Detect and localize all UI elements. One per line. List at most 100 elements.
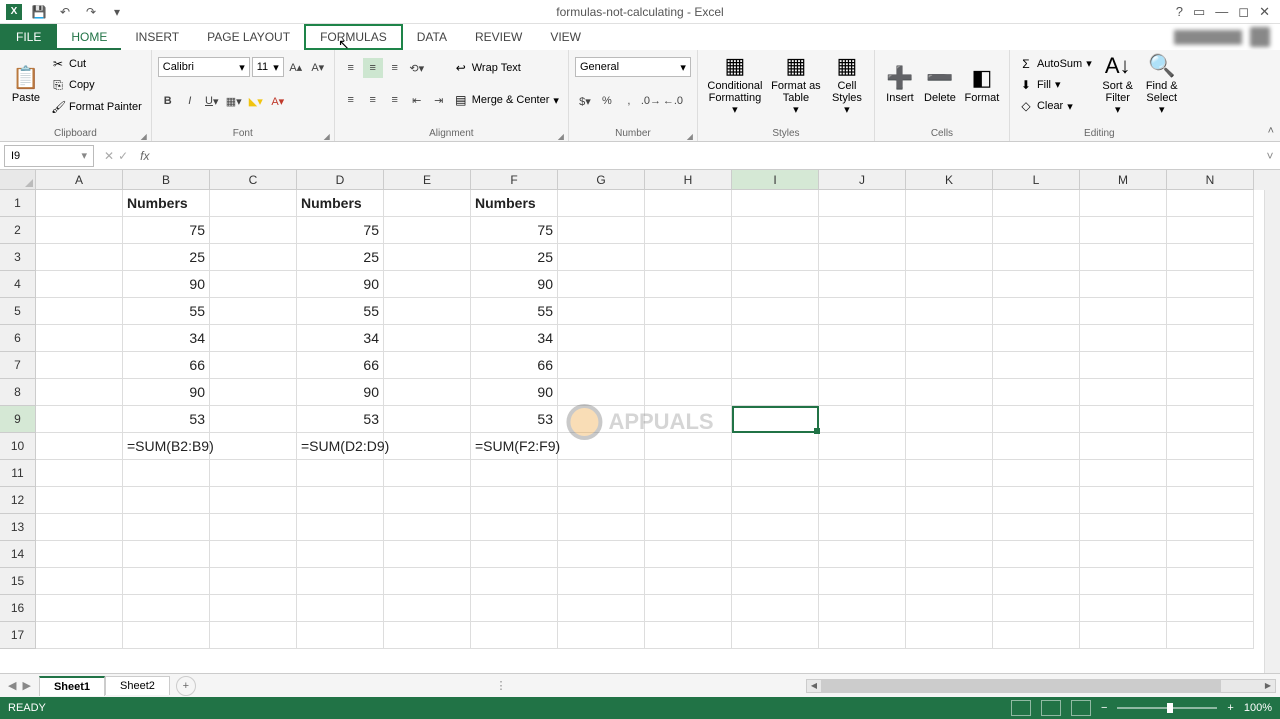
cell-F16[interactable] xyxy=(471,595,558,622)
cell-G4[interactable] xyxy=(558,271,645,298)
cell-I12[interactable] xyxy=(732,487,819,514)
cell-C12[interactable] xyxy=(210,487,297,514)
user-account[interactable]: ████████ xyxy=(1174,24,1280,50)
row-header-15[interactable]: 15 xyxy=(0,568,36,595)
launcher-icon[interactable]: ◢ xyxy=(558,132,564,141)
cell-I8[interactable] xyxy=(732,379,819,406)
cell-N9[interactable] xyxy=(1167,406,1254,433)
cell-G16[interactable] xyxy=(558,595,645,622)
cell-C5[interactable] xyxy=(210,298,297,325)
cell-B6[interactable]: 34 xyxy=(123,325,210,352)
cell-H10[interactable] xyxy=(645,433,732,460)
cell-A3[interactable] xyxy=(36,244,123,271)
number-format-select[interactable]: General▾ xyxy=(575,57,691,77)
tab-split[interactable]: ⋮ xyxy=(489,679,512,692)
cell-K4[interactable] xyxy=(906,271,993,298)
cell-I16[interactable] xyxy=(732,595,819,622)
cell-I10[interactable] xyxy=(732,433,819,460)
minimize-icon[interactable]: — xyxy=(1215,4,1228,20)
row-header-5[interactable]: 5 xyxy=(0,298,36,325)
cell-C2[interactable] xyxy=(210,217,297,244)
row-header-8[interactable]: 8 xyxy=(0,379,36,406)
cell-D4[interactable]: 90 xyxy=(297,271,384,298)
cell-G3[interactable] xyxy=(558,244,645,271)
cell-I15[interactable] xyxy=(732,568,819,595)
cell-I17[interactable] xyxy=(732,622,819,649)
cell-F14[interactable] xyxy=(471,541,558,568)
cell-B13[interactable] xyxy=(123,514,210,541)
cell-H8[interactable] xyxy=(645,379,732,406)
cell-J2[interactable] xyxy=(819,217,906,244)
cell-D15[interactable] xyxy=(297,568,384,595)
cell-L15[interactable] xyxy=(993,568,1080,595)
cell-E4[interactable] xyxy=(384,271,471,298)
cell-J7[interactable] xyxy=(819,352,906,379)
cell-N7[interactable] xyxy=(1167,352,1254,379)
cell-A9[interactable] xyxy=(36,406,123,433)
cell-J4[interactable] xyxy=(819,271,906,298)
decrease-font-button[interactable]: A▾ xyxy=(308,57,328,77)
column-header-D[interactable]: D xyxy=(297,170,384,190)
cell-B17[interactable] xyxy=(123,622,210,649)
expand-formula-bar-button[interactable]: ˅ xyxy=(1260,149,1280,163)
enter-formula-button[interactable]: ✓ xyxy=(118,149,128,163)
cell-F4[interactable]: 90 xyxy=(471,271,558,298)
cell-G5[interactable] xyxy=(558,298,645,325)
cell-B2[interactable]: 75 xyxy=(123,217,210,244)
cell-D6[interactable]: 34 xyxy=(297,325,384,352)
cell-K12[interactable] xyxy=(906,487,993,514)
cell-C10[interactable] xyxy=(210,433,297,460)
name-box[interactable]: I9▾ xyxy=(4,145,94,167)
cell-D7[interactable]: 66 xyxy=(297,352,384,379)
row-header-10[interactable]: 10 xyxy=(0,433,36,460)
cell-M17[interactable] xyxy=(1080,622,1167,649)
cell-H13[interactable] xyxy=(645,514,732,541)
cell-N14[interactable] xyxy=(1167,541,1254,568)
paste-button[interactable]: 📋 Paste xyxy=(6,52,46,118)
cell-E15[interactable] xyxy=(384,568,471,595)
cell-N6[interactable] xyxy=(1167,325,1254,352)
cell-L11[interactable] xyxy=(993,460,1080,487)
cell-B14[interactable] xyxy=(123,541,210,568)
decrease-indent-button[interactable]: ⇤ xyxy=(407,90,427,110)
redo-button[interactable]: ↷ xyxy=(82,3,100,21)
cell-G15[interactable] xyxy=(558,568,645,595)
cell-J3[interactable] xyxy=(819,244,906,271)
cell-B12[interactable] xyxy=(123,487,210,514)
cell-M13[interactable] xyxy=(1080,514,1167,541)
view-page-layout-button[interactable] xyxy=(1041,700,1061,716)
qat-customize[interactable]: ▾ xyxy=(108,3,126,21)
format-cells-button[interactable]: ◧Format xyxy=(961,52,1003,118)
font-name-select[interactable]: Calibri▾ xyxy=(158,57,250,77)
launcher-icon[interactable]: ◢ xyxy=(141,132,147,141)
orientation-button[interactable]: ⟲▾ xyxy=(407,58,427,78)
horizontal-scrollbar[interactable]: ◀ ▶ xyxy=(806,679,1276,693)
clear-button[interactable]: ◇Clear ▾ xyxy=(1016,98,1095,114)
cell-F8[interactable]: 90 xyxy=(471,379,558,406)
vertical-scrollbar[interactable] xyxy=(1264,190,1280,673)
cell-K13[interactable] xyxy=(906,514,993,541)
row-header-13[interactable]: 13 xyxy=(0,514,36,541)
cell-J17[interactable] xyxy=(819,622,906,649)
column-header-M[interactable]: M xyxy=(1080,170,1167,190)
cell-K5[interactable] xyxy=(906,298,993,325)
cancel-formula-button[interactable]: ✕ xyxy=(104,149,114,163)
cell-E11[interactable] xyxy=(384,460,471,487)
italic-button[interactable]: I xyxy=(180,91,200,111)
cell-C6[interactable] xyxy=(210,325,297,352)
cell-D14[interactable] xyxy=(297,541,384,568)
cell-M8[interactable] xyxy=(1080,379,1167,406)
cell-E5[interactable] xyxy=(384,298,471,325)
cell-C14[interactable] xyxy=(210,541,297,568)
cell-I3[interactable] xyxy=(732,244,819,271)
cell-H17[interactable] xyxy=(645,622,732,649)
cell-J14[interactable] xyxy=(819,541,906,568)
zoom-slider[interactable] xyxy=(1117,707,1217,709)
cell-styles-button[interactable]: ▦Cell Styles▾ xyxy=(826,52,868,118)
cell-C11[interactable] xyxy=(210,460,297,487)
row-header-7[interactable]: 7 xyxy=(0,352,36,379)
cell-I6[interactable] xyxy=(732,325,819,352)
cell-L12[interactable] xyxy=(993,487,1080,514)
cell-I13[interactable] xyxy=(732,514,819,541)
sort-filter-button[interactable]: A↓Sort & Filter▾ xyxy=(1097,52,1139,118)
